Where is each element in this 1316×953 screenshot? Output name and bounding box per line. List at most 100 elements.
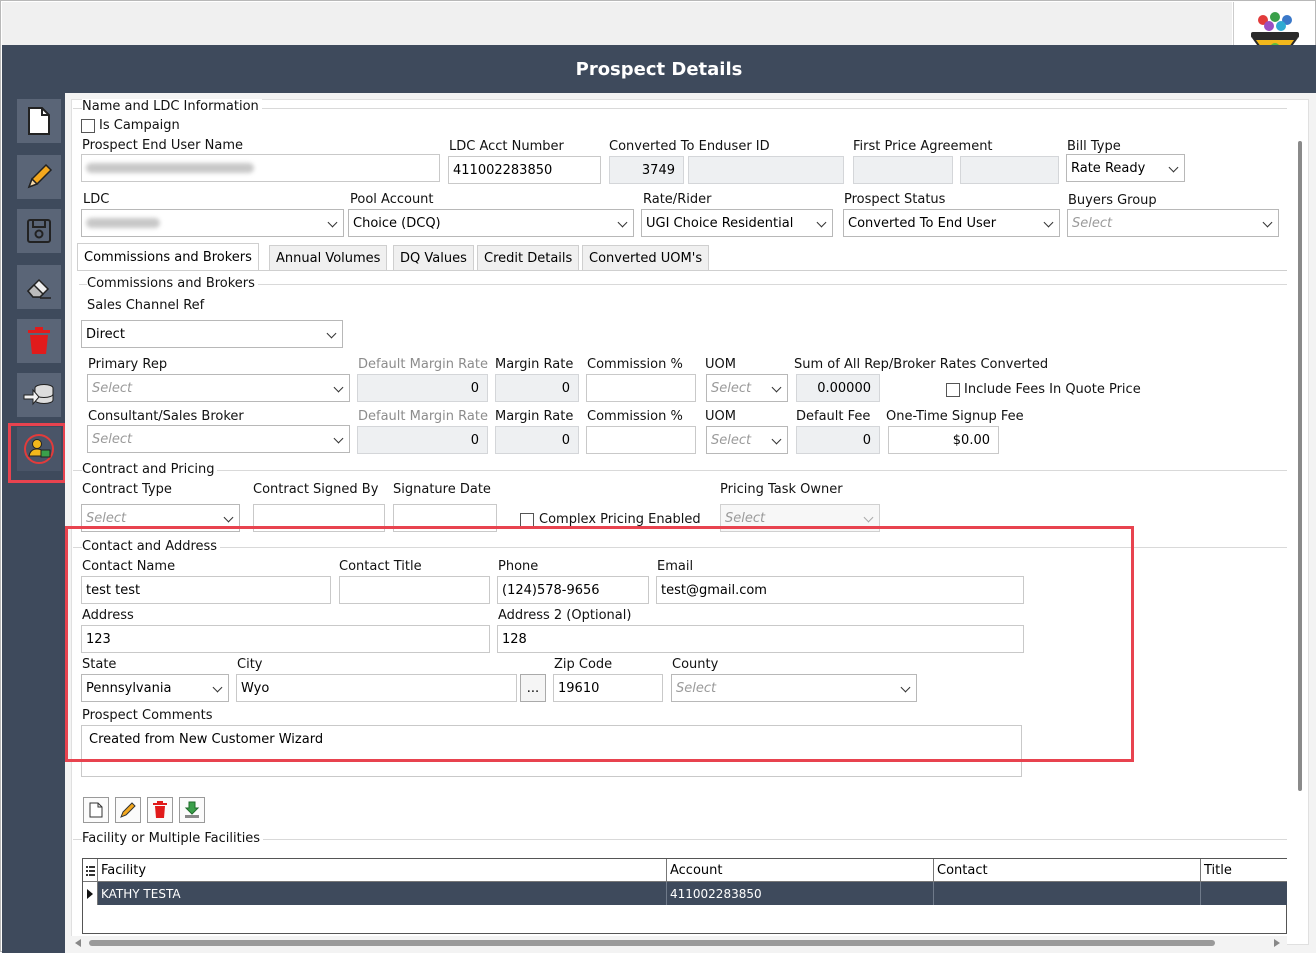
- contract-type-label: Contract Type: [82, 482, 172, 497]
- prospect-comments-label: Prospect Comments: [82, 708, 213, 723]
- vertical-scrollbar-thumb[interactable]: [1298, 141, 1302, 791]
- default-fee-label: Default Fee: [796, 409, 871, 424]
- contract-signed-by-label: Contract Signed By: [253, 482, 379, 497]
- prospect-status-select[interactable]: Converted To End User: [843, 209, 1060, 237]
- tab-dq-values[interactable]: DQ Values: [393, 245, 474, 271]
- margin-rate-input-1[interactable]: 0: [495, 374, 579, 402]
- is-campaign-checkbox[interactable]: [81, 119, 95, 133]
- trash-icon: [153, 801, 167, 818]
- tab-credit-details[interactable]: Credit Details: [477, 245, 580, 271]
- ldc-acct-number-input[interactable]: 411002283850: [448, 156, 601, 184]
- edit-button[interactable]: [17, 155, 61, 199]
- database-button[interactable]: [17, 373, 61, 417]
- consultant-select[interactable]: Select: [87, 425, 350, 453]
- signup-fee-input[interactable]: $0.00: [888, 426, 999, 454]
- tab-strip-line: [77, 270, 1287, 271]
- contact-name-input[interactable]: test test: [81, 576, 331, 604]
- sales-channel-ref-label: Sales Channel Ref: [87, 298, 205, 313]
- include-fees-checkbox[interactable]: [946, 383, 960, 397]
- city-lookup-button[interactable]: ...: [520, 674, 546, 702]
- tab-commissions-and-brokers[interactable]: Commissions and Brokers: [77, 243, 259, 271]
- convert-user-button[interactable]: [17, 427, 61, 471]
- buyers-group-select[interactable]: Select: [1067, 209, 1279, 237]
- consultant-label: Consultant/Sales Broker: [88, 409, 244, 424]
- scroll-left-arrow-icon[interactable]: [75, 939, 81, 947]
- contract-signed-by-input[interactable]: [253, 504, 385, 532]
- phone-input[interactable]: (124)578-9656: [497, 576, 649, 604]
- document-icon: [28, 107, 50, 135]
- prospect-end-user-name-label: Prospect End User Name: [82, 138, 243, 153]
- grid-column-chooser[interactable]: [83, 859, 98, 881]
- uom-select-2[interactable]: Select: [706, 426, 788, 454]
- county-select[interactable]: Select: [671, 674, 917, 702]
- group-facilities-label: Facility or Multiple Facilities: [82, 831, 264, 846]
- group-contact-label: Contact and Address: [82, 539, 221, 554]
- horizontal-scrollbar-thumb[interactable]: [89, 940, 1215, 946]
- prospect-end-user-name-input[interactable]: [81, 154, 440, 182]
- buyers-group-label: Buyers Group: [1068, 193, 1157, 208]
- facility-delete-button[interactable]: [147, 797, 173, 823]
- first-price-agreement-label: First Price Agreement: [853, 139, 993, 154]
- group-contract-label: Contract and Pricing: [82, 462, 218, 477]
- column-title[interactable]: Title: [1201, 859, 1287, 881]
- commission-pct-input-2[interactable]: [586, 426, 696, 454]
- signature-date-input[interactable]: [393, 504, 497, 532]
- contract-type-select[interactable]: Select: [81, 504, 240, 532]
- sales-channel-ref-select[interactable]: Direct: [81, 320, 343, 348]
- sidebar: [7, 93, 65, 953]
- zip-code-input[interactable]: 19610: [553, 674, 663, 702]
- delete-button[interactable]: [17, 319, 61, 363]
- tab-annual-volumes[interactable]: Annual Volumes: [269, 245, 388, 271]
- rate-rider-select[interactable]: UGI Choice Residential: [641, 209, 833, 237]
- column-account[interactable]: Account: [667, 859, 934, 881]
- margin-rate-input-2[interactable]: 0: [495, 426, 579, 454]
- primary-rep-select[interactable]: Select: [87, 374, 350, 402]
- phone-label: Phone: [498, 559, 539, 574]
- top-strip: [2, 2, 1232, 45]
- contact-title-label: Contact Title: [339, 559, 422, 574]
- address-input[interactable]: 123: [81, 625, 490, 653]
- pool-account-select[interactable]: Choice (DCQ): [348, 209, 634, 237]
- margin-rate-label-1: Margin Rate: [495, 357, 574, 372]
- pool-account-label: Pool Account: [350, 192, 434, 207]
- primary-rep-label: Primary Rep: [88, 357, 168, 372]
- zip-code-label: Zip Code: [554, 657, 613, 672]
- address2-input[interactable]: 128: [497, 625, 1024, 653]
- pricing-task-owner-label: Pricing Task Owner: [720, 482, 843, 497]
- prospect-comments-textarea[interactable]: Created from New Customer Wizard: [81, 725, 1022, 777]
- column-chooser-icon: [85, 865, 95, 876]
- save-button[interactable]: [17, 209, 61, 253]
- uom-select-1[interactable]: Select: [706, 374, 788, 402]
- application-window: Prospect Details Name and LDC Informatio…: [0, 0, 1316, 953]
- email-input[interactable]: test@gmail.com: [656, 576, 1024, 604]
- window-title: Prospect Details: [2, 45, 1316, 93]
- facility-export-button[interactable]: [179, 797, 205, 823]
- tab-converted-uoms[interactable]: Converted UOM's: [582, 245, 710, 271]
- ldc-select[interactable]: [81, 209, 344, 237]
- first-price-agreement-input-1: [853, 156, 953, 184]
- ldc-label: LDC: [83, 192, 110, 207]
- city-input[interactable]: Wyo: [236, 674, 517, 702]
- commission-pct-input-1[interactable]: [586, 374, 696, 402]
- download-icon: [184, 801, 200, 818]
- facility-edit-button[interactable]: [115, 797, 141, 823]
- new-document-button[interactable]: [17, 99, 61, 143]
- commission-pct-label-1: Commission %: [587, 357, 683, 372]
- complex-pricing-checkbox[interactable]: [520, 513, 534, 527]
- column-contact[interactable]: Contact: [934, 859, 1201, 881]
- column-facility[interactable]: Facility: [98, 859, 667, 881]
- facility-new-button[interactable]: [83, 797, 109, 823]
- user-convert-icon: [24, 434, 54, 464]
- sum-rates-input: 0.00000: [796, 374, 880, 402]
- pencil-icon: [27, 163, 53, 189]
- signup-fee-label: One-Time Signup Fee: [886, 409, 1024, 424]
- state-select[interactable]: Pennsylvania: [81, 674, 229, 702]
- contact-title-input[interactable]: [339, 576, 490, 604]
- scroll-right-arrow-icon[interactable]: [1274, 939, 1280, 947]
- redacted-ldc: [86, 218, 160, 228]
- clear-button[interactable]: [17, 265, 61, 309]
- group-contact: [73, 547, 1287, 548]
- pricing-task-owner-select[interactable]: Select: [720, 504, 880, 532]
- bill-type-select[interactable]: Rate Ready: [1066, 154, 1185, 182]
- database-arrow-icon: [23, 384, 54, 406]
